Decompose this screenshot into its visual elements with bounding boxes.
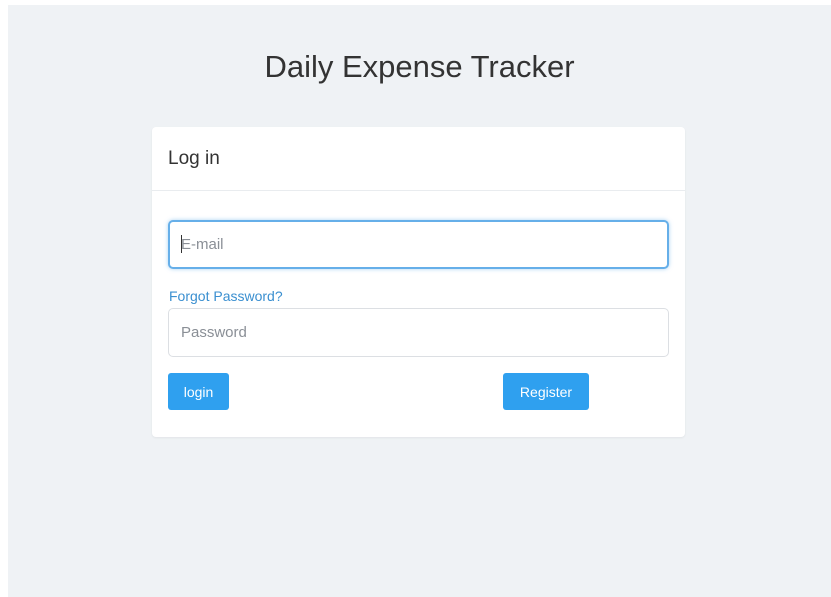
password-input[interactable] [168,308,669,357]
login-card: Log in Forgot Password? login Register [152,127,685,437]
email-input[interactable] [168,220,669,269]
page-background: Daily Expense Tracker Log in Forgot Pass… [8,5,831,597]
login-button[interactable]: login [168,373,229,410]
card-header: Log in [152,127,685,191]
text-cursor [181,235,182,253]
card-title: Log in [168,147,220,169]
register-button[interactable]: Register [503,373,589,410]
app-title: Daily Expense Tracker [264,49,575,84]
forgot-password-link[interactable]: Forgot Password? [169,288,283,304]
